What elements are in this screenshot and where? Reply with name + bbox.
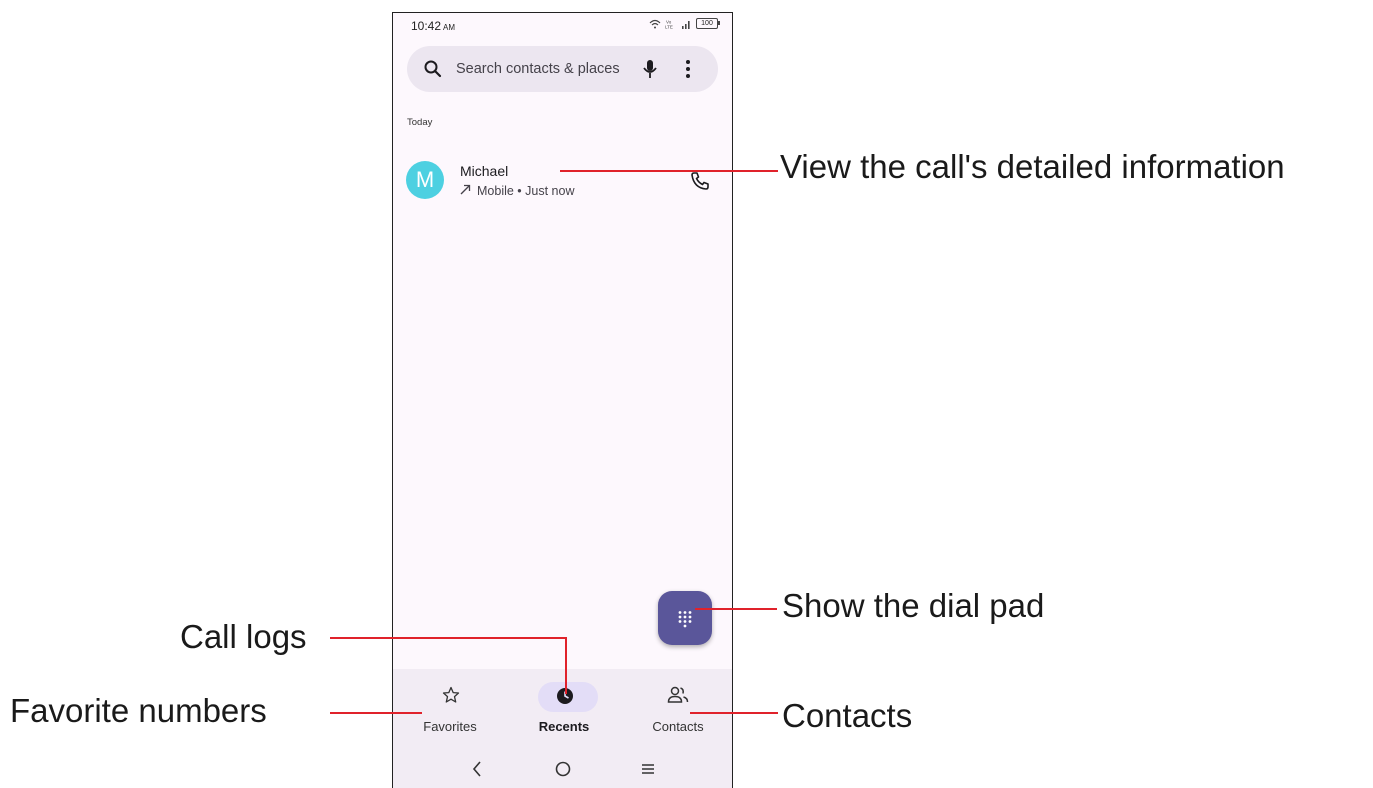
callout-line-contacts: [690, 712, 778, 714]
mic-icon[interactable]: [642, 58, 658, 80]
call-detail: Mobile • Just now: [477, 184, 575, 198]
callout-call-logs: Call logs: [180, 618, 307, 655]
volte-icon: Vo LTE: [665, 19, 673, 29]
svg-text:LTE: LTE: [665, 24, 673, 29]
section-today-label: Today: [407, 117, 433, 128]
callout-contacts: Contacts: [782, 697, 913, 734]
nav-recents[interactable]: Recents: [509, 669, 619, 749]
status-time: 10:42 AM: [411, 19, 455, 33]
status-bar: 10:42 AM Vo LTE 100: [393, 13, 732, 39]
battery-icon: 100: [696, 18, 720, 29]
phone-screen: 10:42 AM Vo LTE 100 Search contacts & pl…: [392, 12, 733, 788]
dialpad-icon: [678, 611, 692, 628]
nav-contacts-label: Contacts: [652, 719, 704, 734]
callout-line-call-logs-v: [565, 637, 567, 694]
callout-line-favorites: [330, 712, 422, 714]
bottom-navigation: Favorites Recents Contacts: [393, 669, 732, 788]
avatar[interactable]: M: [406, 161, 444, 199]
dialpad-fab-button[interactable]: [658, 591, 712, 645]
call-back-phone-icon[interactable]: [690, 171, 710, 191]
system-navigation-bar: [393, 757, 732, 787]
callout-line-details: [560, 170, 778, 172]
recents-menu-icon[interactable]: [641, 763, 655, 775]
callout-dialpad: Show the dial pad: [782, 587, 1045, 624]
clock-ampm: AM: [443, 23, 456, 32]
search-icon[interactable]: [423, 59, 443, 79]
nav-contacts[interactable]: Contacts: [623, 669, 732, 749]
status-icons: Vo LTE 100: [649, 18, 720, 29]
callout-line-dialpad: [695, 608, 777, 610]
signal-icon: [682, 20, 690, 29]
call-log-row[interactable]: M Michael Mobile • Just now: [393, 153, 732, 213]
more-options-icon[interactable]: [685, 59, 691, 79]
wifi-icon: [649, 19, 661, 28]
people-icon: [667, 686, 689, 703]
outgoing-arrow-icon: [460, 184, 471, 195]
search-bar[interactable]: Search contacts & places: [407, 46, 718, 92]
nav-favorites-label: Favorites: [423, 719, 477, 734]
call-meta: Mobile • Just now: [460, 184, 574, 198]
search-input[interactable]: Search contacts & places: [456, 61, 620, 77]
nav-favorites[interactable]: Favorites: [395, 669, 505, 749]
clock-time: 10:42: [411, 19, 442, 33]
callout-line-call-logs-h: [330, 637, 567, 639]
caller-name[interactable]: Michael: [460, 163, 508, 179]
nav-recents-label: Recents: [538, 719, 590, 734]
callout-details: View the call's detailed information: [780, 148, 1285, 185]
callout-favorites: Favorite numbers: [10, 692, 267, 729]
star-icon: [442, 686, 460, 703]
back-icon[interactable]: [472, 761, 482, 777]
home-icon[interactable]: [555, 761, 571, 777]
